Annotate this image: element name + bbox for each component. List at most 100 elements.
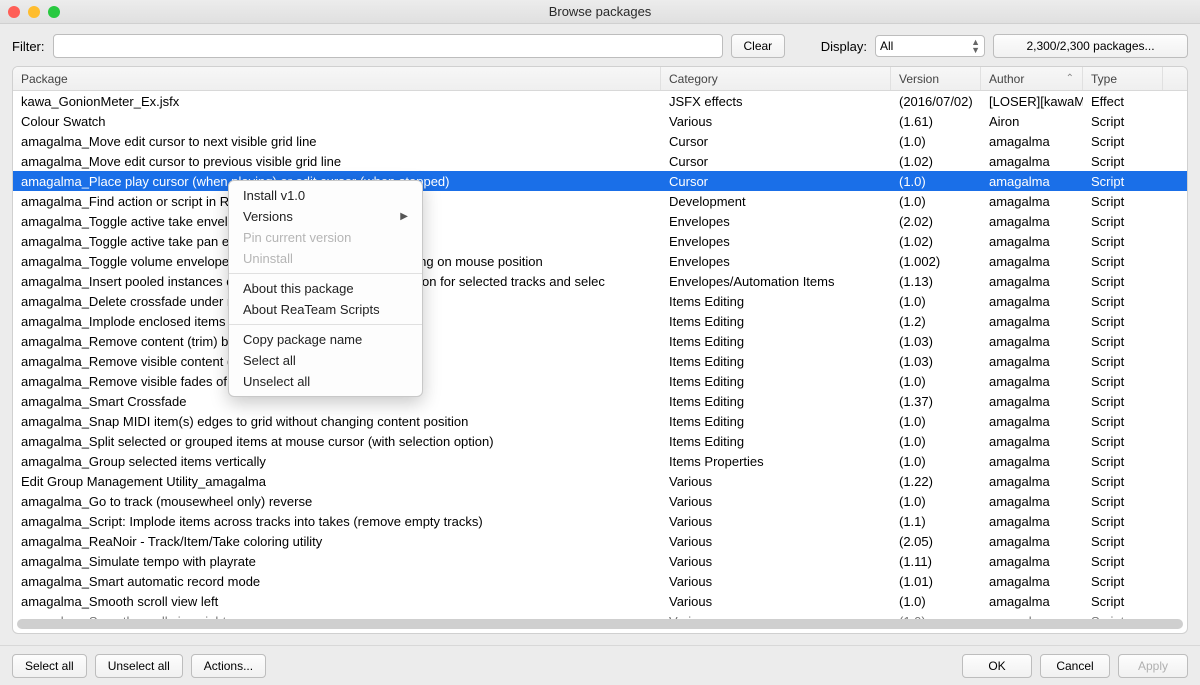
clear-button[interactable]: Clear	[731, 34, 786, 58]
cell: amagalma_Group selected items vertically	[13, 451, 661, 471]
cell: (1.2)	[891, 311, 981, 331]
cell: (1.61)	[891, 111, 981, 131]
table-row[interactable]: amagalma_Smart automatic record modeVari…	[13, 571, 1187, 591]
menu-unselect-all[interactable]: Unselect all	[229, 371, 422, 392]
col-version[interactable]: Version	[891, 67, 981, 90]
cell: Envelopes	[661, 211, 891, 231]
package-count-button[interactable]: 2,300/2,300 packages...	[993, 34, 1188, 58]
cell: amagalma_Script: Implode items across tr…	[13, 511, 661, 531]
cell: (1.0)	[891, 591, 981, 611]
table-row[interactable]: amagalma_Snap MIDI item(s) edges to grid…	[13, 411, 1187, 431]
cell: (1.11)	[891, 551, 981, 571]
cell: Script	[1083, 331, 1163, 351]
cell: Script	[1083, 111, 1163, 131]
menu-versions[interactable]: Versions ▶	[229, 206, 422, 227]
table-row[interactable]: amagalma_Remove visible fades of selecte…	[13, 371, 1187, 391]
table-row[interactable]: amagalma_Move edit cursor to next visibl…	[13, 131, 1187, 151]
cell: Script	[1083, 311, 1163, 331]
col-type[interactable]: Type	[1083, 67, 1163, 90]
unselect-all-button[interactable]: Unselect all	[95, 654, 183, 678]
table-row[interactable]: amagalma_Remove content (trim) behind cr…	[13, 331, 1187, 351]
table-row[interactable]: kawa_GonionMeter_Ex.jsfxJSFX effects(201…	[13, 91, 1187, 111]
table-row[interactable]: amagalma_Find action or script in ReaPac…	[13, 191, 1187, 211]
cell: Items Properties	[661, 451, 891, 471]
table-row[interactable]: amagalma_Group selected items vertically…	[13, 451, 1187, 471]
cell: amagalma_Simulate tempo with playrate	[13, 551, 661, 571]
cell: Envelopes	[661, 251, 891, 271]
menu-uninstall: Uninstall	[229, 248, 422, 269]
cell: (1.1)	[891, 511, 981, 531]
menu-install[interactable]: Install v1.0	[229, 185, 422, 206]
cell: (1.0)	[891, 371, 981, 391]
ok-button[interactable]: OK	[962, 654, 1032, 678]
table-row[interactable]: amagalma_Toggle volume envelope visibili…	[13, 251, 1187, 271]
cell: Script	[1083, 391, 1163, 411]
cell: amagalma	[981, 411, 1083, 431]
select-all-button[interactable]: Select all	[12, 654, 87, 678]
table-row[interactable]: amagalma_Place play cursor (when playing…	[13, 171, 1187, 191]
display-select[interactable]: All ▲▼	[875, 35, 985, 57]
table-row[interactable]: amagalma_Implode enclosed items to takes…	[13, 311, 1187, 331]
cell: amagalma	[981, 431, 1083, 451]
context-menu: Install v1.0 Versions ▶ Pin current vers…	[228, 180, 423, 397]
table-row[interactable]: amagalma_Split selected or grouped items…	[13, 431, 1187, 451]
table-header: Package Category Version Author ⌃ Type	[13, 67, 1187, 91]
col-author[interactable]: Author ⌃	[981, 67, 1083, 90]
cell: Various	[661, 471, 891, 491]
cell: JSFX effects	[661, 91, 891, 111]
filter-label: Filter:	[12, 39, 45, 54]
table-row[interactable]: amagalma_Toggle active take pan envelope…	[13, 231, 1187, 251]
actions-button[interactable]: Actions...	[191, 654, 266, 678]
cell: (1.002)	[891, 251, 981, 271]
cell: Script	[1083, 451, 1163, 471]
cell: amagalma	[981, 351, 1083, 371]
cell: Various	[661, 531, 891, 551]
table-row[interactable]: amagalma_Insert pooled instances of auto…	[13, 271, 1187, 291]
cell: amagalma_Smart automatic record mode	[13, 571, 661, 591]
cell: amagalma_Snap MIDI item(s) edges to grid…	[13, 411, 661, 431]
table-row[interactable]: amagalma_ReaNoir - Track/Item/Take color…	[13, 531, 1187, 551]
col-category[interactable]: Category	[661, 67, 891, 90]
table-row[interactable]: Colour SwatchVarious(1.61)AironScript	[13, 111, 1187, 131]
horizontal-scrollbar[interactable]	[17, 619, 1183, 629]
cell: amagalma	[981, 391, 1083, 411]
cell: Cursor	[661, 131, 891, 151]
filter-input[interactable]	[53, 34, 723, 58]
cell: Script	[1083, 191, 1163, 211]
sort-asc-icon: ⌃	[1066, 73, 1074, 84]
apply-button: Apply	[1118, 654, 1188, 678]
table-row[interactable]: amagalma_Script: Implode items across tr…	[13, 511, 1187, 531]
cell: amagalma_Smooth scroll view left	[13, 591, 661, 611]
cancel-button[interactable]: Cancel	[1040, 654, 1110, 678]
cell: amagalma	[981, 371, 1083, 391]
table-row[interactable]: amagalma_Remove visible content (trim) b…	[13, 351, 1187, 371]
cell: Script	[1083, 151, 1163, 171]
cell: Cursor	[661, 151, 891, 171]
cell: amagalma	[981, 571, 1083, 591]
cell: amagalma_Move edit cursor to next visibl…	[13, 131, 661, 151]
separator	[229, 273, 422, 274]
cell: (1.37)	[891, 391, 981, 411]
table-row[interactable]: amagalma_Simulate tempo with playrateVar…	[13, 551, 1187, 571]
col-package[interactable]: Package	[13, 67, 661, 90]
table-row[interactable]: amagalma_Move edit cursor to previous vi…	[13, 151, 1187, 171]
table-row[interactable]: amagalma_Toggle active take envelope for…	[13, 211, 1187, 231]
cell: Colour Swatch	[13, 111, 661, 131]
table-row[interactable]: amagalma_Smooth scroll view leftVarious(…	[13, 591, 1187, 611]
menu-pin: Pin current version	[229, 227, 422, 248]
table-row[interactable]: Edit Group Management Utility_amagalmaVa…	[13, 471, 1187, 491]
menu-about-reateam[interactable]: About ReaTeam Scripts	[229, 299, 422, 320]
cell: amagalma	[981, 471, 1083, 491]
cell: Script	[1083, 491, 1163, 511]
cell: Script	[1083, 251, 1163, 271]
toolbar: Filter: Clear Display: All ▲▼ 2,300/2,30…	[0, 24, 1200, 66]
table-row[interactable]: amagalma_Smart CrossfadeItems Editing(1.…	[13, 391, 1187, 411]
table-row[interactable]: amagalma_Go to track (mousewheel only) r…	[13, 491, 1187, 511]
cell: Script	[1083, 171, 1163, 191]
cell: (1.22)	[891, 471, 981, 491]
cell: Items Editing	[661, 351, 891, 371]
menu-copy-name[interactable]: Copy package name	[229, 329, 422, 350]
table-row[interactable]: amagalma_Delete crossfade under mouse cu…	[13, 291, 1187, 311]
menu-select-all[interactable]: Select all	[229, 350, 422, 371]
menu-about-package[interactable]: About this package	[229, 278, 422, 299]
